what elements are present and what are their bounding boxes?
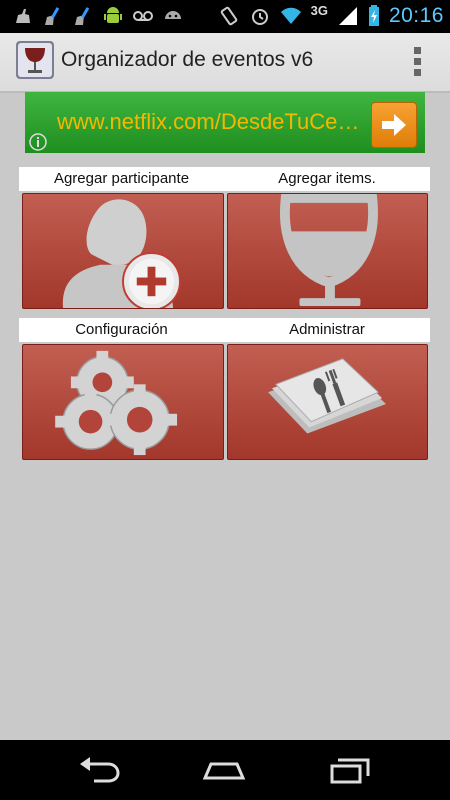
home-icon[interactable] bbox=[201, 754, 247, 786]
gears-icon bbox=[55, 350, 178, 456]
alarm-icon bbox=[249, 5, 271, 27]
back-icon[interactable] bbox=[76, 754, 122, 786]
wifi-icon bbox=[280, 5, 302, 27]
network-type: 3G bbox=[310, 2, 328, 18]
administrar-button[interactable] bbox=[227, 344, 428, 460]
broom-icon bbox=[42, 5, 64, 27]
add-person-icon bbox=[62, 199, 181, 308]
app-title: Organizador de eventos v6 bbox=[61, 48, 314, 71]
voicemail-icon bbox=[132, 5, 154, 27]
menu-folder-icon bbox=[268, 358, 386, 434]
configuration-button[interactable] bbox=[22, 344, 224, 460]
gamepad-icon bbox=[162, 5, 184, 27]
rotate-icon bbox=[218, 5, 240, 27]
clock: 20:16 bbox=[388, 4, 444, 27]
battery-icon bbox=[368, 5, 380, 27]
action-bar: Organizador de eventos v6 bbox=[0, 33, 450, 93]
android-icon bbox=[102, 5, 124, 27]
ad-banner[interactable]: www.netflix.com/DesdeTuCe… bbox=[25, 92, 425, 153]
arrow-right-icon[interactable] bbox=[371, 102, 417, 148]
wine-glass-icon bbox=[280, 194, 378, 307]
cleaner-icon bbox=[12, 5, 34, 27]
tile-label-administrar: Administrar bbox=[224, 318, 430, 342]
tile-label-configuration: Configuración bbox=[19, 318, 224, 342]
navigation-bar bbox=[0, 740, 450, 800]
tile-label-add-items: Agregar items. bbox=[224, 167, 430, 191]
info-icon[interactable] bbox=[29, 133, 47, 151]
signal-icon bbox=[337, 5, 359, 27]
add-participant-button[interactable] bbox=[22, 193, 224, 309]
recent-apps-icon[interactable] bbox=[328, 754, 374, 786]
wine-glass-icon[interactable] bbox=[16, 41, 54, 79]
tile-label-add-participant: Agregar participante bbox=[19, 167, 224, 191]
add-items-button[interactable] bbox=[227, 193, 428, 309]
overflow-menu-icon[interactable] bbox=[414, 47, 422, 77]
status-bar: 3G 20:16 bbox=[0, 0, 450, 33]
broom-icon bbox=[72, 5, 94, 27]
ad-text[interactable]: www.netflix.com/DesdeTuCe… bbox=[57, 109, 367, 135]
